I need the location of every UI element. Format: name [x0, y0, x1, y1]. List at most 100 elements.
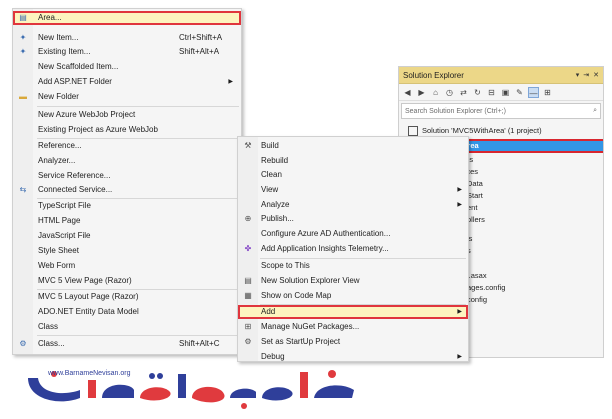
- tree-item[interactable]: ls: [467, 233, 603, 244]
- menu-item-label: Rebuild: [261, 156, 289, 165]
- menu-item-area[interactable]: ▤ Area...: [13, 11, 241, 25]
- tree-item[interactable]: l.asax: [467, 270, 603, 281]
- menu-item-shortcut: Ctrl+Shift+A: [179, 33, 223, 42]
- menu-item-new-item[interactable]: ✦ New Item... Ctrl+Shift+A: [13, 31, 241, 45]
- menu-item-connected-service[interactable]: ⇆ Connected Service...: [13, 183, 241, 197]
- submenu-arrow-icon: ▶: [457, 309, 462, 315]
- tree-item[interactable]: ages.config: [467, 282, 603, 293]
- menu-item-html-page[interactable]: HTML Page: [13, 214, 241, 228]
- new-view-icon: ▤: [244, 276, 252, 285]
- menu-item-label: Configure Azure AD Authentication...: [261, 229, 391, 238]
- menu-item-mvc5-view-page[interactable]: MVC 5 View Page (Razor): [13, 274, 241, 288]
- menu-item-label: ADO.NET Entity Data Model: [38, 307, 139, 316]
- area-icon: ▤: [19, 13, 27, 22]
- menu-item-label: Set as StartUp Project: [261, 337, 341, 346]
- menu-item-label: Class...: [38, 339, 65, 348]
- tree-item[interactable]: Start: [467, 190, 603, 201]
- menu-item-add[interactable]: Add ▶: [238, 305, 468, 319]
- project-context-menu: ⚒ Build Rebuild Clean View ▶ Analyze ▶ ⊕…: [237, 136, 469, 362]
- menu-item-build[interactable]: ⚒ Build: [238, 139, 468, 153]
- tree-item[interactable]: ences: [458, 166, 603, 177]
- menu-item-adonet-entity-model[interactable]: ADO.NET Entity Data Model: [13, 305, 241, 319]
- submenu-arrow-icon: ▶: [228, 79, 233, 85]
- menu-item-scope-to-this[interactable]: Scope to This: [238, 259, 468, 273]
- menu-item-add-aspnet-folder[interactable]: Add ASP.NET Folder ▶: [13, 75, 241, 89]
- menu-item-javascript-file[interactable]: JavaScript File: [13, 229, 241, 243]
- menu-item-analyzer[interactable]: Analyzer...: [13, 154, 241, 168]
- connected-service-icon: ⇆: [19, 185, 27, 194]
- gear-icon: ⚙: [244, 337, 252, 346]
- menu-item-clean[interactable]: Clean: [238, 168, 468, 182]
- menu-item-view[interactable]: View ▶: [238, 183, 468, 197]
- submenu-arrow-icon: ▶: [457, 354, 462, 360]
- menu-item-shortcut: Shift+Alt+A: [179, 47, 220, 56]
- menu-item-new-solution-explorer-view[interactable]: ▤ New Solution Explorer View: [238, 274, 468, 288]
- menu-item-label: MVC 5 View Page (Razor): [38, 276, 132, 285]
- menu-item-label: New Scaffolded Item...: [38, 62, 119, 71]
- menu-item-label: New Folder: [38, 92, 79, 101]
- menu-item-rebuild[interactable]: Rebuild: [238, 154, 468, 168]
- site-logo: [24, 360, 364, 412]
- insights-icon: ✤: [244, 244, 252, 253]
- menu-item-label: View: [261, 185, 279, 194]
- menu-item-label: Scope to This: [261, 261, 310, 270]
- menu-item-label: Reference...: [38, 141, 82, 150]
- tree-item[interactable]: s: [467, 245, 603, 256]
- menu-item-set-startup-project[interactable]: ⚙ Set as StartUp Project: [238, 335, 468, 349]
- menu-item-label: Manage NuGet Packages...: [261, 322, 360, 331]
- menu-item-label: New Item...: [38, 33, 79, 42]
- menu-item-app-insights[interactable]: ✤ Add Application Insights Telemetry...: [238, 242, 468, 256]
- code-map-icon: ▦: [244, 291, 252, 300]
- menu-item-label: New Azure WebJob Project: [38, 110, 136, 119]
- menu-item-class[interactable]: Class: [13, 320, 241, 334]
- menu-item-service-reference[interactable]: Service Reference...: [13, 169, 241, 183]
- menu-item-label: Existing Project as Azure WebJob: [38, 125, 158, 134]
- menu-item-web-form[interactable]: Web Form: [13, 259, 241, 273]
- menu-item-publish[interactable]: ⊕ Publish...: [238, 212, 468, 226]
- menu-item-label: Existing Item...: [38, 47, 91, 56]
- menu-item-label: Show on Code Map: [261, 291, 332, 300]
- menu-item-shortcut: Shift+Alt+C: [179, 339, 220, 348]
- menu-item-existing-project-webjob[interactable]: Existing Project as Azure WebJob: [13, 123, 241, 137]
- menu-item-configure-azure-ad[interactable]: Configure Azure AD Authentication...: [238, 227, 468, 241]
- menu-item-label: Build: [261, 141, 279, 150]
- menu-item-label: Clean: [261, 170, 282, 179]
- menu-item-style-sheet[interactable]: Style Sheet: [13, 244, 241, 258]
- menu-item-mvc5-layout-page[interactable]: MVC 5 Layout Page (Razor): [13, 290, 241, 304]
- menu-item-analyze[interactable]: Analyze ▶: [238, 198, 468, 212]
- menu-item-show-on-code-map[interactable]: ▦ Show on Code Map: [238, 289, 468, 303]
- menu-item-label: Add: [261, 307, 276, 316]
- folder-icon: ▬: [19, 92, 27, 101]
- menu-item-reference[interactable]: Reference...: [13, 139, 241, 153]
- menu-item-label: Area...: [38, 13, 62, 22]
- menu-item-class-dialog[interactable]: ⚙ Class... Shift+Alt+C: [13, 337, 241, 351]
- tree-item[interactable]: rties: [459, 154, 603, 165]
- menu-item-label: New Solution Explorer View: [261, 276, 360, 285]
- tree-item[interactable]: Data: [467, 178, 603, 189]
- menu-item-label: MVC 5 Layout Page (Razor): [38, 292, 139, 301]
- publish-icon: ⊕: [244, 214, 252, 223]
- menu-item-label: HTML Page: [38, 216, 81, 225]
- menu-item-label: Connected Service...: [38, 185, 113, 194]
- menu-item-label: Add Application Insights Telemetry...: [261, 244, 389, 253]
- menu-separator: [37, 106, 239, 107]
- menu-item-new-folder[interactable]: ▬ New Folder: [13, 90, 241, 104]
- menu-item-typescript-file[interactable]: TypeScript File: [13, 199, 241, 213]
- menu-item-manage-nuget[interactable]: ⊞ Manage NuGet Packages...: [238, 320, 468, 334]
- menu-item-label: Style Sheet: [38, 246, 79, 255]
- nuget-icon: ⊞: [244, 322, 252, 331]
- menu-separator: [37, 335, 239, 336]
- tree-item[interactable]: config: [467, 294, 603, 305]
- logo-graphic: [28, 370, 354, 409]
- add-submenu: ▤ Area... ✦ New Item... Ctrl+Shift+A ✦ E…: [12, 8, 242, 355]
- menu-item-existing-item[interactable]: ✦ Existing Item... Shift+Alt+A: [13, 45, 241, 59]
- tree-item[interactable]: ent: [467, 202, 603, 213]
- menu-item-label: Web Form: [38, 261, 76, 270]
- menu-item-label: TypeScript File: [38, 201, 91, 210]
- menu-item-new-azure-webjob[interactable]: New Azure WebJob Project: [13, 108, 241, 122]
- tree-item[interactable]: ollers: [467, 214, 603, 225]
- menu-item-label: Service Reference...: [38, 171, 111, 180]
- class-icon: ⚙: [19, 339, 27, 348]
- menu-item-new-scaffolded-item[interactable]: New Scaffolded Item...: [13, 60, 241, 74]
- build-icon: ⚒: [244, 141, 252, 150]
